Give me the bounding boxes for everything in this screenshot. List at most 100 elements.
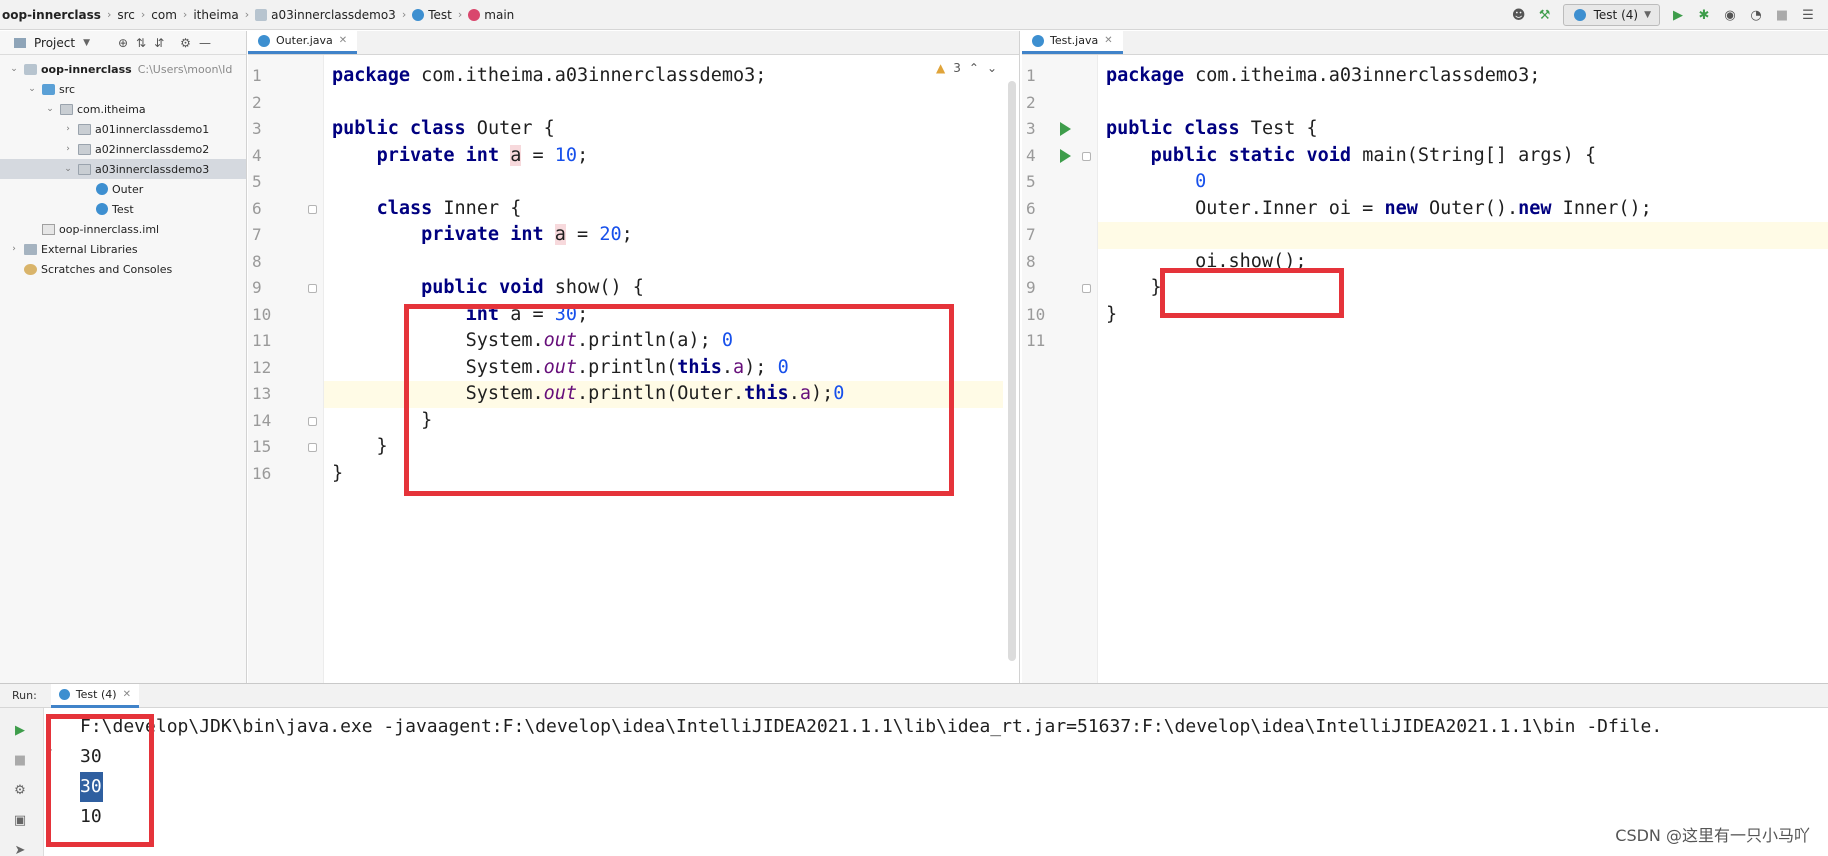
tree-item[interactable]: › a01innerclassdemo1 [0, 119, 246, 139]
fold-marker-icon[interactable] [308, 284, 317, 293]
code-line: 0 [1195, 171, 1207, 192]
tree-item[interactable]: ⌄ a03innerclassdemo3 [0, 159, 246, 179]
close-icon[interactable]: ✕ [339, 35, 347, 46]
code-area[interactable]: package com.itheima.a03innerclassdemo3; p… [1098, 55, 1828, 683]
close-icon[interactable]: ✕ [1104, 35, 1112, 46]
tree-item-label: Scratches and Consoles [41, 262, 173, 276]
close-icon[interactable]: ✕ [123, 689, 131, 700]
chevron-down-icon: ▼ [1644, 10, 1651, 20]
fold-marker-icon[interactable] [308, 443, 317, 452]
line-number: 6 [1026, 198, 1036, 218]
line-number: 10 [252, 304, 272, 324]
chevron-down-icon[interactable]: ⌄ [8, 64, 20, 74]
run-configuration-select[interactable]: Test (4) ▼ [1562, 4, 1660, 26]
run-icon[interactable]: ▶ [1670, 7, 1686, 23]
code-line: Outer.Inner oi = new Outer().new Inner()… [1106, 197, 1652, 219]
collapse-all-icon[interactable]: ⇅ [136, 36, 146, 50]
debug-icon[interactable]: ✱ [1696, 7, 1712, 23]
project-panel-title[interactable]: Project [34, 36, 75, 50]
class-icon [412, 8, 425, 21]
tree-item[interactable]: Test [0, 199, 246, 219]
user-icon[interactable]: ☻ [1511, 7, 1527, 23]
stop-icon[interactable]: ■ [12, 752, 28, 768]
breadcrumb-item[interactable]: src [117, 8, 135, 22]
tree-item-label: a01innerclassdemo1 [95, 122, 210, 136]
fold-marker-icon[interactable] [1082, 151, 1091, 161]
tree-item[interactable]: oop-innerclass.iml [0, 219, 246, 239]
profile-icon[interactable]: ◔ [1748, 7, 1764, 23]
breadcrumb-item[interactable]: itheima [193, 8, 238, 22]
tree-item[interactable]: › a02innerclassdemo2 [0, 139, 246, 159]
package-icon [60, 103, 73, 115]
chevron-down-icon[interactable]: ⌄ [62, 164, 74, 174]
inspection-widget[interactable]: ▲ 3 ⌃ ⌄ [936, 61, 997, 75]
tree-item[interactable]: Scratches and Consoles [0, 259, 246, 279]
project-tree: ⌄ oop-innerclass C:\Users\moon\Id ⌄ src ⌄ com.… [0, 55, 246, 279]
stop-icon[interactable]: ■ [1774, 7, 1790, 23]
line-number: 13 [252, 384, 272, 403]
expand-all-icon[interactable]: ⇵ [154, 36, 164, 50]
class-icon [1032, 34, 1044, 47]
tree-item-path: C:\Users\moon\Id [137, 62, 233, 76]
layout-icon[interactable]: ▣ [12, 812, 28, 828]
tree-item[interactable]: › External Libraries [0, 239, 246, 259]
tree-item-label: oop-innerclass [41, 62, 132, 76]
run-gutter-icon[interactable] [1060, 148, 1071, 163]
chevron-right-icon[interactable]: › [8, 244, 20, 254]
breadcrumb-item[interactable]: Test [412, 8, 452, 22]
vertical-scrollbar[interactable] [1008, 81, 1016, 661]
tree-item-label: a03innerclassdemo3 [95, 162, 210, 176]
scratches-icon [24, 263, 37, 275]
build-hammer-icon[interactable]: ⚒ [1537, 7, 1553, 23]
line-number: 7 [252, 225, 262, 244]
class-icon [96, 183, 108, 195]
settings-icon[interactable]: ⚙ [12, 782, 28, 798]
run-gutter-icon[interactable] [1060, 122, 1071, 136]
tree-item-label: Outer [112, 182, 144, 196]
fold-marker-icon[interactable] [308, 416, 317, 426]
tab-outer-java[interactable]: Outer.java ✕ [248, 30, 358, 54]
tree-item[interactable]: ⌄ src [0, 79, 246, 99]
line-number: 3 [1026, 119, 1036, 138]
line-number: 6 [252, 198, 262, 218]
breadcrumb-item[interactable]: main [468, 8, 514, 22]
fold-marker-icon[interactable] [1082, 284, 1091, 293]
tree-item[interactable]: ⌄ com.itheima [0, 99, 246, 119]
pin-icon[interactable]: ➤ [12, 842, 28, 856]
editor-outer-java: Outer.java ✕ 1 2 3 4 5 6 7 8 9 10 11 12 13 14 15 16 pac… [248, 30, 1020, 683]
breadcrumb-item[interactable]: a03innerclassdemo3 [255, 8, 396, 22]
chevron-down-icon[interactable]: ⌄ [26, 84, 38, 94]
chevron-up-icon[interactable]: ⌃ [969, 61, 979, 75]
line-number: 11 [252, 331, 272, 350]
scroll-down-icon[interactable]: ↓ [45, 742, 54, 755]
gear-icon[interactable]: ⚙ [180, 36, 191, 50]
breadcrumb-label: com [151, 7, 177, 22]
fold-marker-icon[interactable] [308, 204, 317, 214]
coverage-icon[interactable]: ◉ [1722, 7, 1738, 23]
tree-item[interactable]: Outer [0, 179, 246, 199]
code-line: int a = 30; [465, 303, 589, 325]
chevron-down-icon[interactable]: ▼ [83, 38, 90, 48]
scroll-up-icon[interactable]: ↑ [45, 714, 54, 727]
rerun-icon[interactable]: ▶ [12, 722, 28, 738]
line-number: 8 [252, 251, 262, 271]
tree-item[interactable]: ⌄ oop-innerclass C:\Users\moon\Id [0, 59, 246, 79]
chevron-right-icon[interactable]: › [62, 124, 74, 134]
breadcrumb-item[interactable]: com [151, 8, 177, 22]
editor-tab-bar: Test.java ✕ [1022, 30, 1828, 55]
line-number-gutter: 1 2 3 4 5 6 7 8 9 10 11 12 13 14 15 16 [248, 55, 324, 683]
locate-icon[interactable]: ⊕ [118, 36, 128, 50]
chevron-down-icon[interactable]: ⌄ [987, 61, 997, 75]
chevron-right-icon[interactable]: › [62, 144, 74, 154]
more-icon[interactable]: ☰ [1800, 7, 1816, 23]
run-tool-window: Run: Test (4) ✕ ▶ ■ ⚙ ▣ ➤ ↑ ↓ F:\develop… [0, 683, 1828, 856]
code-line: } [1106, 303, 1118, 325]
chevron-down-icon[interactable]: ⌄ [44, 104, 56, 114]
breadcrumb-item[interactable]: oop-innerclass [2, 8, 101, 22]
code-line: class Inner { [376, 197, 522, 219]
run-tab-test[interactable]: Test (4) ✕ [50, 683, 139, 708]
code-area[interactable]: package com.itheima.a03innerclassdemo3; p… [324, 55, 1003, 683]
minimize-icon[interactable]: — [199, 36, 211, 50]
tab-test-java[interactable]: Test.java ✕ [1022, 30, 1123, 54]
